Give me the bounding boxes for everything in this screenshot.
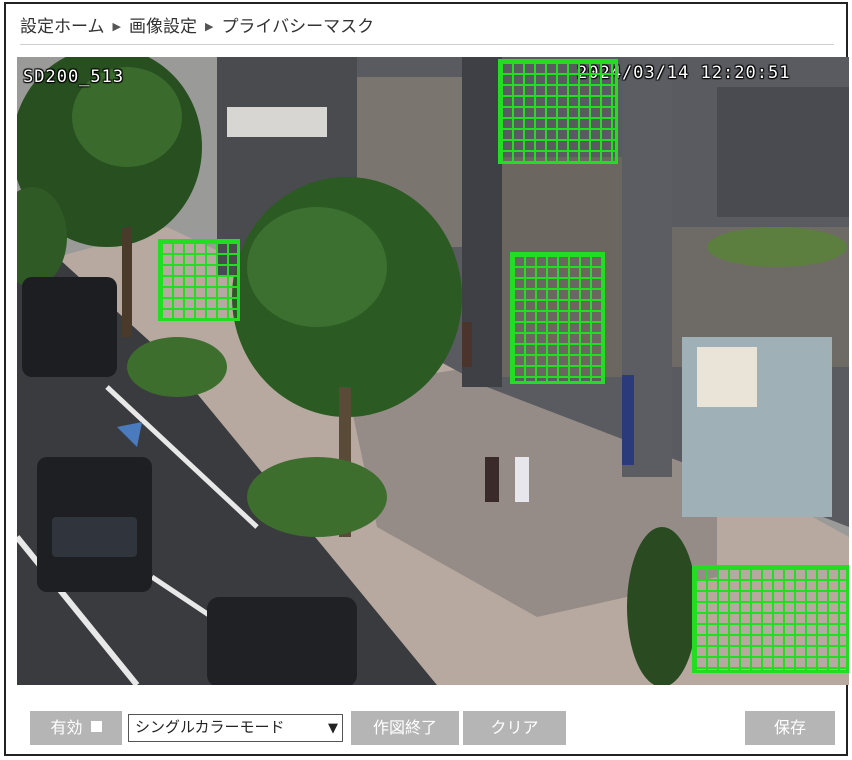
enable-toggle[interactable]: 有効	[30, 711, 122, 745]
enable-label: 有効	[50, 718, 83, 737]
clear-button[interactable]: クリア	[463, 711, 566, 745]
chevron-down-icon: ▼	[328, 721, 338, 736]
breadcrumb: 設定ホーム ▶ 画像設定 ▶ プライバシーマスク	[20, 14, 374, 40]
breadcrumb-separator-icon: ▶	[204, 20, 214, 33]
enable-checkbox[interactable]	[90, 721, 102, 732]
mask-mode-value: シングルカラーモード	[135, 718, 285, 736]
privacy-mask-region-3[interactable]	[510, 252, 605, 384]
draw-end-button[interactable]: 作図終了	[351, 711, 459, 745]
breadcrumb-item-privacy-mask: プライバシーマスク	[221, 17, 375, 37]
breadcrumb-separator-icon: ▶	[112, 20, 121, 33]
breadcrumb-divider	[20, 44, 834, 45]
camera-preview[interactable]: SD200_513 2024/03/14 12:20:51	[17, 57, 849, 685]
privacy-mask-region-4[interactable]	[692, 565, 849, 673]
camera-name-overlay: SD200_513	[23, 67, 125, 87]
breadcrumb-item-image-settings[interactable]: 画像設定	[129, 17, 197, 37]
mask-mode-select[interactable]: シングルカラーモード ▼	[128, 714, 343, 742]
breadcrumb-item-home[interactable]: 設定ホーム	[20, 17, 105, 37]
privacy-mask-region-1[interactable]	[498, 59, 618, 164]
save-button[interactable]: 保存	[745, 711, 835, 745]
privacy-mask-region-2[interactable]	[158, 239, 240, 321]
